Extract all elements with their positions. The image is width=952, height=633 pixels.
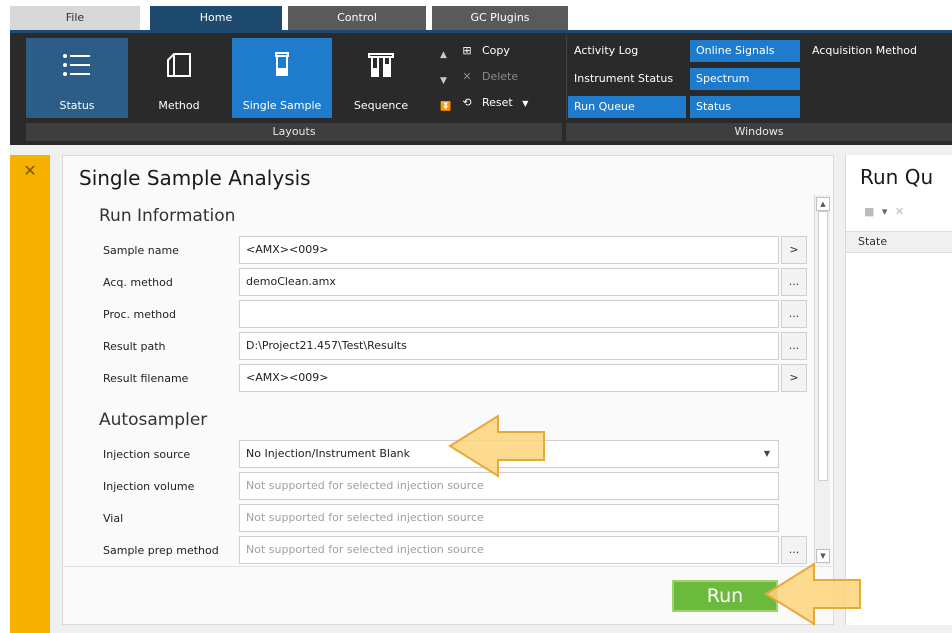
- window-run-queue[interactable]: Run Queue: [568, 96, 686, 118]
- sample-name-label: Sample name: [103, 244, 179, 257]
- double-chevron-down-icon[interactable]: ⏬: [440, 94, 451, 120]
- chevron-up-icon[interactable]: ▲: [440, 42, 450, 68]
- copy-button[interactable]: ⊞ Copy: [458, 40, 510, 62]
- vial-row: Vial Not supported for selected injectio…: [99, 504, 807, 534]
- close-icon[interactable]: ✕: [20, 161, 40, 180]
- sample-name-expand-button[interactable]: >: [781, 236, 807, 264]
- chevron-down-icon[interactable]: ▼: [440, 68, 450, 94]
- vial-label: Vial: [103, 512, 124, 525]
- ribbon-separator: [566, 36, 567, 120]
- delete-button[interactable]: ✕ Delete: [458, 66, 518, 88]
- tab-home[interactable]: Home: [150, 6, 282, 30]
- state-column-header[interactable]: State: [846, 231, 952, 253]
- run-information-heading: Run Information: [99, 206, 236, 226]
- scroll-thumb[interactable]: [818, 211, 828, 481]
- status-layout-label: Status: [59, 99, 95, 112]
- method-layout-label: Method: [158, 99, 200, 112]
- proc-method-input[interactable]: [239, 300, 779, 328]
- sample-prep-row: Sample prep method Not supported for sel…: [99, 536, 807, 566]
- tab-file[interactable]: File: [10, 6, 140, 30]
- result-path-input[interactable]: D:\Project21.457\Test\Results: [239, 332, 779, 360]
- ribbon: Status Method Single Sample Sequence ▲ ▼: [10, 30, 952, 145]
- single-sample-panel: Single Sample Analysis Run Information S…: [62, 155, 834, 625]
- result-filename-row: Result filename <AMX><009> >: [99, 364, 807, 394]
- autosampler-heading: Autosampler: [99, 410, 208, 430]
- injection-volume-label: Injection volume: [103, 480, 195, 493]
- run-queue-toolbar: ■ ▾ ✕: [864, 205, 904, 218]
- windows-group-label: Windows: [566, 123, 952, 141]
- injection-source-label: Injection source: [103, 448, 191, 461]
- highlight-arrow-icon: [448, 414, 545, 478]
- run-queue-panel: Run Qu ■ ▾ ✕ State: [845, 155, 952, 625]
- window-status[interactable]: Status: [690, 96, 800, 118]
- close-icon[interactable]: ✕: [895, 205, 904, 218]
- sample-prep-label: Sample prep method: [103, 544, 219, 557]
- scroll-up-icon[interactable]: ▲: [816, 197, 830, 211]
- result-path-label: Result path: [103, 340, 166, 353]
- highlight-arrow-icon: [764, 562, 861, 626]
- sequence-icon: [368, 53, 394, 77]
- window-activity-log[interactable]: Activity Log: [568, 40, 686, 62]
- panel-divider: [63, 566, 833, 567]
- result-path-row: Result path D:\Project21.457\Test\Result…: [99, 332, 807, 362]
- command-scroll-arrows[interactable]: ▲ ▼ ⏬: [440, 42, 451, 120]
- result-filename-label: Result filename: [103, 372, 189, 385]
- edit-commands: ▲ ▼ ⏬ ⊞ Copy ✕ Delete ⟲ Reset ▼: [434, 38, 562, 122]
- proc-method-browse-button[interactable]: ...: [781, 300, 807, 328]
- window-instrument-status[interactable]: Instrument Status: [568, 68, 686, 90]
- panel-title: Single Sample Analysis: [79, 166, 311, 190]
- delete-icon: ✕: [462, 70, 472, 83]
- proc-method-row: Proc. method ...: [99, 300, 807, 330]
- result-filename-input[interactable]: <AMX><009>: [239, 364, 779, 392]
- run-queue-title: Run Qu: [860, 165, 934, 189]
- sample-prep-browse-button[interactable]: ...: [781, 536, 807, 564]
- ribbon-tab-strip: File Home Control GC Plugins: [0, 0, 952, 30]
- reset-icon: ⟲: [462, 96, 472, 109]
- acq-method-browse-button[interactable]: ...: [781, 268, 807, 296]
- result-filename-expand-button[interactable]: >: [781, 364, 807, 392]
- acq-method-input[interactable]: demoClean.amx: [239, 268, 779, 296]
- reset-button[interactable]: ⟲ Reset ▼: [458, 92, 528, 114]
- window-spectrum[interactable]: Spectrum: [690, 68, 800, 90]
- acq-method-row: Acq. method demoClean.amx ...: [99, 268, 807, 298]
- copy-label: Copy: [482, 44, 510, 57]
- injection-source-value: No Injection/Instrument Blank: [246, 447, 411, 460]
- acq-method-label: Acq. method: [103, 276, 173, 289]
- result-path-browse-button[interactable]: ...: [781, 332, 807, 360]
- chevron-down-icon[interactable]: ▼: [764, 441, 770, 467]
- sequence-layout-label: Sequence: [353, 99, 409, 112]
- sample-prep-input[interactable]: Not supported for selected injection sou…: [239, 536, 779, 564]
- book-icon: [167, 53, 191, 77]
- panel-scrollbar[interactable]: ▲ ▼: [814, 195, 830, 565]
- run-button[interactable]: Run: [672, 580, 778, 612]
- proc-method-label: Proc. method: [103, 308, 176, 321]
- sample-name-input[interactable]: <AMX><009>: [239, 236, 779, 264]
- scroll-down-icon[interactable]: ▼: [816, 549, 830, 563]
- chevron-down-icon[interactable]: ▼: [522, 99, 528, 108]
- status-layout-button[interactable]: Status: [26, 38, 128, 118]
- stop-icon[interactable]: ■: [864, 205, 874, 218]
- layouts-group-label: Layouts: [26, 123, 562, 141]
- sequence-layout-button[interactable]: Sequence: [336, 38, 426, 118]
- method-layout-button[interactable]: Method: [136, 38, 222, 118]
- window-acquisition-method[interactable]: Acquisition Method: [806, 40, 946, 62]
- tab-gc-plugins[interactable]: GC Plugins: [432, 6, 568, 30]
- window-online-signals[interactable]: Online Signals: [690, 40, 800, 62]
- vial-icon: [275, 52, 289, 76]
- single-sample-layout-label: Single Sample: [242, 99, 322, 112]
- list-icon: [63, 54, 90, 76]
- chevron-down-icon[interactable]: ▾: [882, 205, 888, 218]
- tab-control[interactable]: Control: [288, 6, 426, 30]
- copy-icon: ⊞: [462, 44, 472, 57]
- ribbon-accent-line: [10, 30, 952, 33]
- reset-label: Reset: [482, 96, 513, 109]
- left-rail: ✕: [10, 155, 50, 633]
- delete-label: Delete: [482, 70, 519, 83]
- single-sample-layout-button[interactable]: Single Sample: [232, 38, 332, 118]
- vial-input[interactable]: Not supported for selected injection sou…: [239, 504, 779, 532]
- sample-name-row: Sample name <AMX><009> >: [99, 236, 807, 266]
